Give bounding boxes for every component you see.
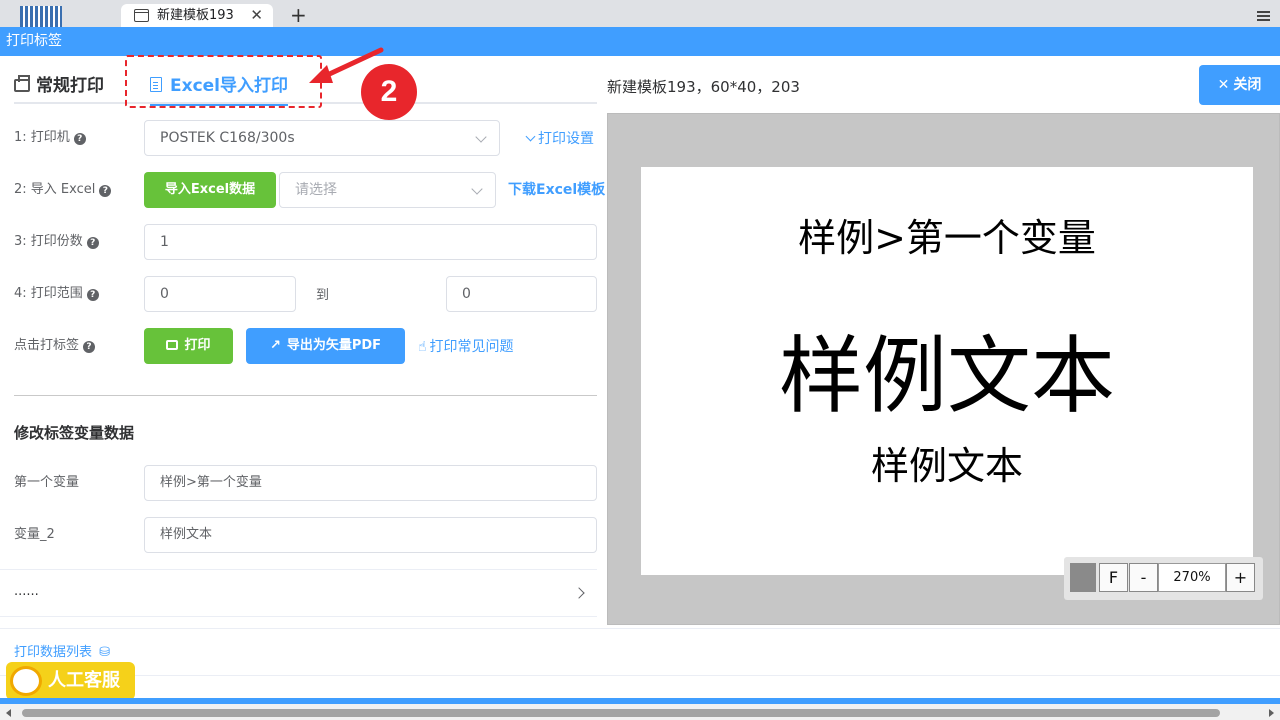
print-action-label: 点击打标签? xyxy=(14,336,96,356)
variables-section-title: 修改标签变量数据 xyxy=(14,424,135,442)
label-text-line-3: 样例文本 xyxy=(870,444,1023,488)
highlight-box xyxy=(125,55,322,108)
scroll-left-icon[interactable] xyxy=(6,709,11,717)
bottom-bar xyxy=(0,628,1280,676)
import-excel-button[interactable]: 导入Excel数据 xyxy=(144,172,276,208)
zoom-level[interactable]: 270% xyxy=(1158,563,1226,592)
chevron-right-icon xyxy=(573,587,585,599)
help-icon[interactable]: ? xyxy=(86,237,99,249)
variable-1-input[interactable]: 样例>第一个变量 xyxy=(144,465,597,501)
label-text-line-2: 样例文本 xyxy=(778,327,1115,425)
hamburger-menu-icon[interactable] xyxy=(1257,11,1270,21)
chevron-down-icon xyxy=(471,183,483,195)
horizontal-scrollbar[interactable] xyxy=(0,704,1280,720)
browser-tab[interactable]: 新建模板193 ✕ xyxy=(121,4,273,27)
download-excel-template-link[interactable]: 下载Excel模板 xyxy=(508,180,605,200)
zoom-out-button[interactable]: - xyxy=(1129,563,1158,592)
import-excel-label: 2: 导入 Excel? xyxy=(14,180,112,200)
dialog-title: 打印标签 xyxy=(0,27,1280,56)
excel-sheet-placeholder: 请选择 xyxy=(295,182,337,198)
more-variables-row[interactable]: ...... xyxy=(0,569,597,617)
customer-service-button[interactable]: 人工客服 xyxy=(6,662,135,700)
new-tab-button[interactable]: + xyxy=(290,5,307,25)
print-data-list-label: 打印数据列表 xyxy=(14,645,93,660)
print-button[interactable]: 打印 xyxy=(144,328,233,364)
database-icon: ⛁ xyxy=(99,645,111,660)
export-pdf-button[interactable]: ↗ 导出为矢量PDF xyxy=(246,328,405,364)
app-logo-icon xyxy=(20,6,62,27)
step-number-badge: 2 xyxy=(361,64,417,120)
copies-label: 3: 打印份数? xyxy=(14,232,99,252)
printer-select[interactable]: POSTEK C168/300s xyxy=(144,120,500,156)
printer-select-value: POSTEK C168/300s xyxy=(160,130,295,146)
zoom-fit-button[interactable]: F xyxy=(1099,563,1128,592)
chevron-down-icon xyxy=(525,131,536,142)
more-variables-label: ...... xyxy=(14,584,39,599)
printer-icon xyxy=(166,340,179,350)
tab-window-icon xyxy=(134,9,149,22)
variable-1-label: 第一个变量 xyxy=(14,475,80,490)
label-canvas: 样例>第一个变量 样例文本 样例文本 xyxy=(641,167,1253,575)
import-excel-label-text: 2: 导入 Excel xyxy=(14,182,96,197)
chevron-down-icon xyxy=(475,131,487,143)
print-range-label: 4: 打印范围? xyxy=(14,284,99,304)
range-to-label: 到 xyxy=(316,288,330,303)
print-settings-label: 打印设置 xyxy=(538,131,594,147)
zoom-controls: F - 270% + xyxy=(1064,557,1263,600)
print-range-label-text: 4: 打印范围 xyxy=(14,286,83,301)
template-info: 新建模板193，60*40，203 xyxy=(607,78,800,96)
tab-normal-print-label: 常规打印 xyxy=(36,76,104,96)
print-action-label-text: 点击打标签 xyxy=(14,338,80,353)
copies-label-text: 3: 打印份数 xyxy=(14,234,83,249)
copies-input[interactable]: 1 xyxy=(144,224,597,260)
excel-sheet-select[interactable]: 请选择 xyxy=(279,172,496,208)
range-to-input[interactable]: 0 xyxy=(446,276,597,312)
close-button[interactable]: ✕ 关闭 xyxy=(1199,65,1280,105)
help-icon[interactable]: ? xyxy=(86,289,99,301)
variable-2-input[interactable]: 样例文本 xyxy=(144,517,597,553)
printer-label: 1: 打印机? xyxy=(14,128,86,148)
close-icon: ✕ xyxy=(1217,77,1230,93)
tab-normal-print[interactable]: 常规打印 xyxy=(14,70,104,102)
printer-label-text: 1: 打印机 xyxy=(14,130,70,145)
customer-service-label: 人工客服 xyxy=(48,670,120,691)
label-text-line-1: 样例>第一个变量 xyxy=(798,216,1096,260)
range-from-input[interactable]: 0 xyxy=(144,276,296,312)
variable-2-label: 变量_2 xyxy=(14,527,55,542)
export-pdf-button-label: 导出为矢量PDF xyxy=(286,338,382,353)
print-faq-link[interactable]: ☝ 打印常见问题 xyxy=(418,337,514,357)
close-button-label: 关闭 xyxy=(1233,77,1262,93)
help-icon[interactable]: ? xyxy=(99,185,112,197)
tab-close-icon[interactable]: ✕ xyxy=(250,4,263,27)
background-color-swatch[interactable] xyxy=(1070,563,1096,592)
print-button-label: 打印 xyxy=(184,338,211,353)
scrollbar-thumb[interactable] xyxy=(22,709,1220,717)
scroll-right-icon[interactable] xyxy=(1269,709,1274,717)
print-faq-label: 打印常见问题 xyxy=(429,339,514,355)
help-icon[interactable]: ? xyxy=(83,341,96,353)
headset-icon xyxy=(10,666,42,696)
arrow-up-right-icon: ↗ xyxy=(269,338,281,353)
browser-tab-bar: 新建模板193 ✕ + xyxy=(0,0,1280,27)
print-settings-link[interactable]: 打印设置 xyxy=(525,129,594,149)
help-icon[interactable]: ? xyxy=(73,133,86,145)
printer-icon xyxy=(14,75,30,92)
section-divider xyxy=(14,395,597,396)
browser-tab-title: 新建模板193 xyxy=(157,8,234,23)
zoom-in-button[interactable]: + xyxy=(1226,563,1255,592)
print-data-list-link[interactable]: 打印数据列表 ⛁ xyxy=(14,641,110,660)
pointer-hand-icon: ☝ xyxy=(418,339,427,355)
